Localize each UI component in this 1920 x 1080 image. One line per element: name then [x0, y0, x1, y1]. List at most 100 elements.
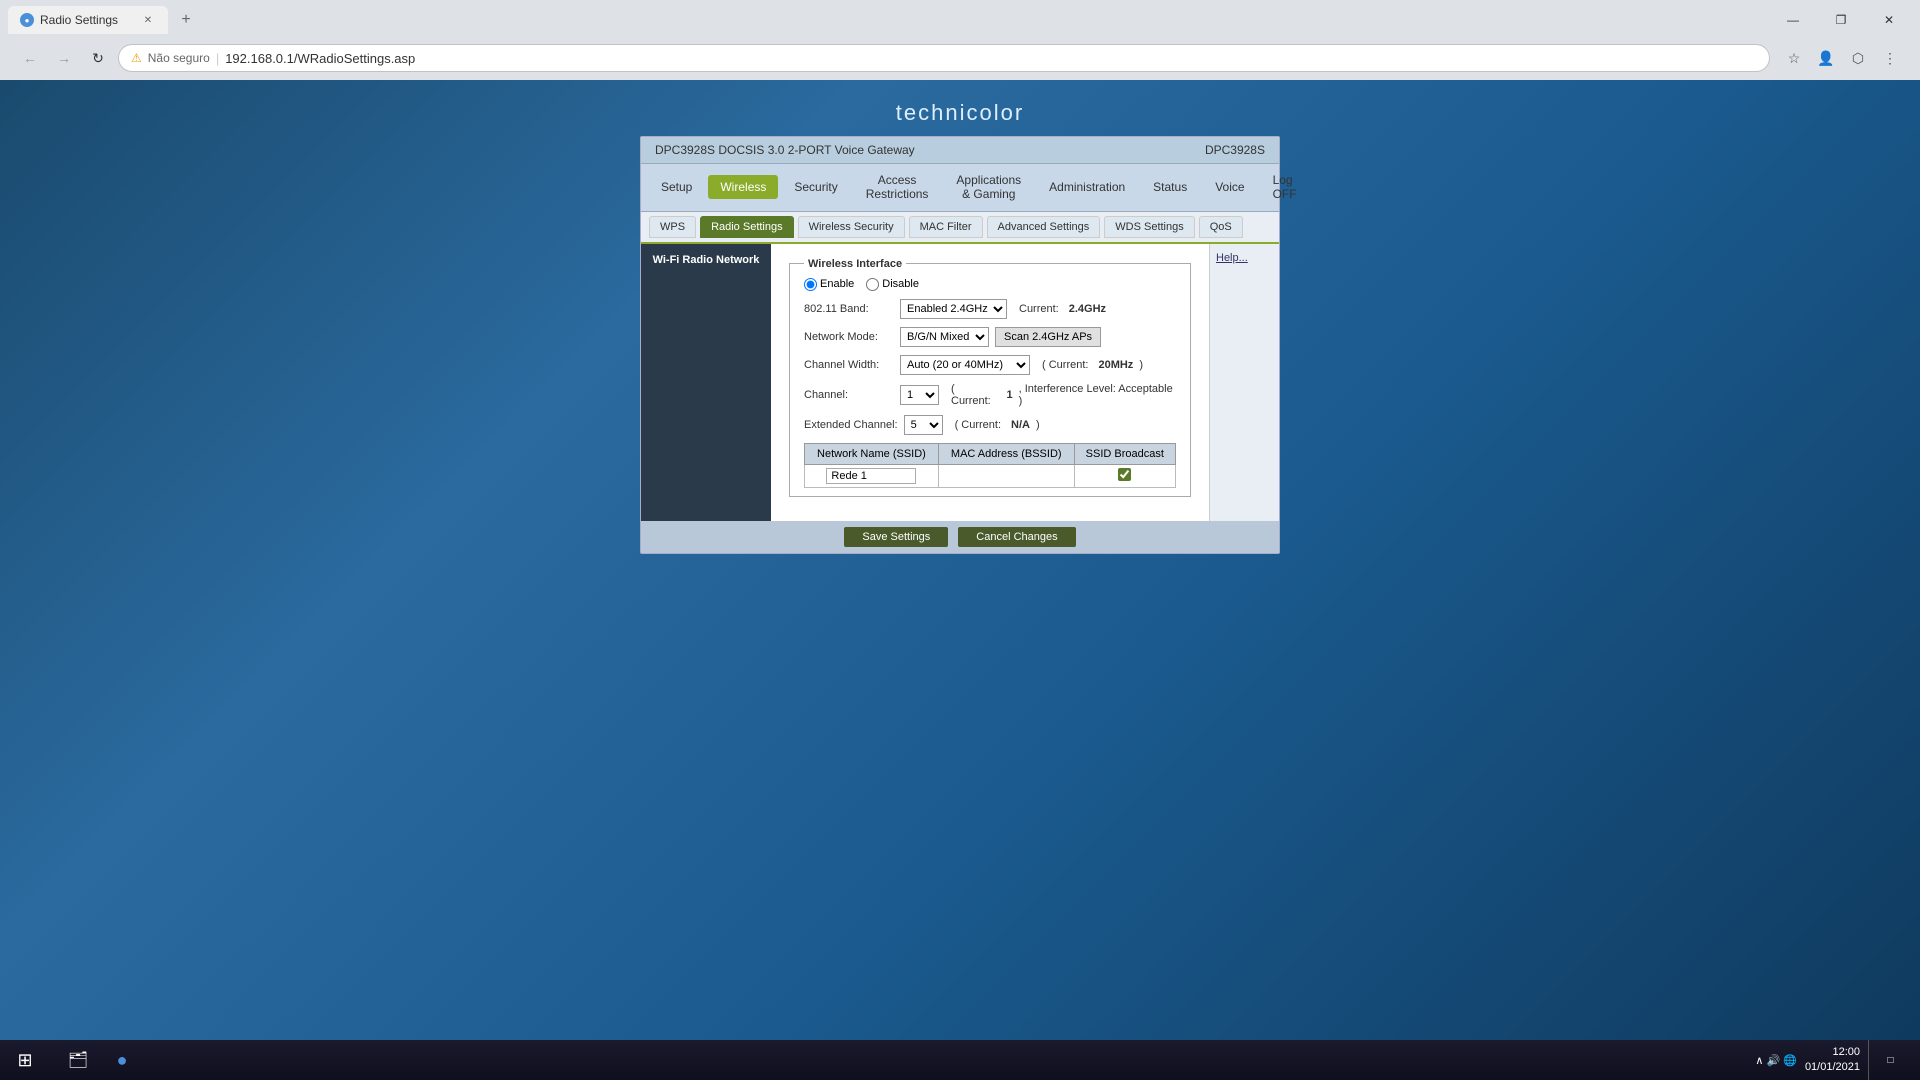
- channel-interference: , Interference Level: Acceptable ): [1019, 383, 1176, 407]
- show-desktop-button[interactable]: □: [1868, 1040, 1908, 1080]
- nav-applications-gaming[interactable]: Applications & Gaming: [944, 168, 1033, 207]
- taskbar: ⊞ 🗂 ● ∧ 🔊 🌐 12:00 01/01/2021 □: [0, 1040, 1920, 1080]
- wireless-interface-fieldset: Wireless Interface Enable Disable: [789, 258, 1191, 497]
- security-warning-icon: ⚠: [131, 51, 142, 65]
- channel-width-current-value: 20MHz: [1098, 359, 1133, 371]
- network-mode-label: Network Mode:: [804, 331, 894, 343]
- scan-button[interactable]: Scan 2.4GHz APs: [995, 327, 1101, 347]
- table-col-bssid: MAC Address (BSSID): [938, 443, 1074, 464]
- extended-channel-select[interactable]: 51234 67891011: [904, 415, 943, 435]
- network-mode-row: Network Mode: B/G/N Mixed B Only G Only …: [804, 327, 1176, 347]
- save-settings-button[interactable]: Save Settings: [844, 527, 948, 547]
- ssid-input[interactable]: [826, 468, 916, 484]
- enable-radio[interactable]: [804, 278, 817, 291]
- toolbar-right: ☆ 👤 ⬡ ⋮: [1780, 44, 1904, 72]
- brand-header: technicolor: [896, 100, 1024, 126]
- restore-button[interactable]: ❐: [1818, 6, 1864, 34]
- browser-window: ● Radio Settings ✕ + — ❐ ✕ ← → ↻ ⚠ Não s…: [0, 0, 1920, 1040]
- enable-disable-group: Enable Disable: [804, 278, 919, 291]
- extended-channel-row: Extended Channel: 51234 67891011 ( Curre…: [804, 415, 1176, 435]
- taskbar-file-explorer[interactable]: 🗂: [58, 1040, 98, 1080]
- sidebar-panel: Wi-Fi Radio Network: [641, 244, 771, 521]
- enable-radio-label[interactable]: Enable: [804, 278, 854, 291]
- main-nav: Setup Wireless Security Access Restricti…: [641, 164, 1279, 212]
- window-controls: — ❐ ✕: [1770, 6, 1912, 34]
- band-current-prefix: Current:: [1019, 303, 1059, 315]
- ssid-broadcast-checkbox[interactable]: [1118, 468, 1131, 481]
- back-button[interactable]: ←: [16, 44, 44, 72]
- table-col-ssid: Network Name (SSID): [805, 443, 939, 464]
- router-panel: DPC3928S DOCSIS 3.0 2-PORT Voice Gateway…: [640, 136, 1280, 554]
- close-button[interactable]: ✕: [1866, 6, 1912, 34]
- device-header: DPC3928S DOCSIS 3.0 2-PORT Voice Gateway…: [641, 137, 1279, 164]
- browser-tab[interactable]: ● Radio Settings ✕: [8, 6, 168, 34]
- tab-close-button[interactable]: ✕: [140, 12, 156, 28]
- forward-button[interactable]: →: [50, 44, 78, 72]
- subnav-wireless-security[interactable]: Wireless Security: [798, 216, 905, 238]
- taskbar-right: ∧ 🔊 🌐 12:00 01/01/2021 □: [1755, 1040, 1920, 1080]
- address-url[interactable]: 192.168.0.1/WRadioSettings.asp: [225, 51, 415, 66]
- minimize-button[interactable]: —: [1770, 6, 1816, 34]
- channel-select[interactable]: 12345 67891011: [900, 385, 939, 405]
- subnav-mac-filter[interactable]: MAC Filter: [909, 216, 983, 238]
- band-current-value: 2.4GHz: [1069, 303, 1106, 315]
- subnav-radio-settings[interactable]: Radio Settings: [700, 216, 794, 238]
- disable-radio-label[interactable]: Disable: [866, 278, 919, 291]
- taskbar-chrome[interactable]: ●: [102, 1040, 142, 1080]
- band-row: 802.11 Band: Enabled 2.4GHz Enabled 5GHz…: [804, 299, 1176, 319]
- channel-current-prefix: ( Current:: [951, 383, 996, 407]
- table-col-broadcast: SSID Broadcast: [1074, 443, 1175, 464]
- device-model-full: DPC3928S DOCSIS 3.0 2-PORT Voice Gateway: [655, 143, 915, 157]
- nav-administration[interactable]: Administration: [1037, 175, 1137, 199]
- channel-width-select[interactable]: Auto (20 or 40MHz) 20MHz Only 40MHz Only: [900, 355, 1030, 375]
- help-label[interactable]: Help...: [1216, 252, 1248, 264]
- broadcast-cell: [1074, 464, 1175, 487]
- extended-current-prefix: ( Current:: [955, 419, 1001, 431]
- network-mode-select[interactable]: B/G/N Mixed B Only G Only N Only: [900, 327, 989, 347]
- sub-nav: WPS Radio Settings Wireless Security MAC…: [641, 212, 1279, 244]
- bookmark-button[interactable]: ☆: [1780, 44, 1808, 72]
- taskbar-system-tray: ∧ 🔊 🌐: [1755, 1054, 1797, 1067]
- enable-disable-row: Enable Disable: [804, 278, 1176, 291]
- content-area: Wi-Fi Radio Network Wireless Interface E…: [641, 244, 1279, 521]
- ssid-cell: [805, 464, 939, 487]
- nav-setup[interactable]: Setup: [649, 175, 704, 199]
- address-bar[interactable]: ⚠ Não seguro | 192.168.0.1/WRadioSetting…: [118, 44, 1770, 72]
- subnav-advanced-settings[interactable]: Advanced Settings: [987, 216, 1101, 238]
- band-select[interactable]: Enabled 2.4GHz Enabled 5GHz Disabled: [900, 299, 1007, 319]
- extended-channel-label: Extended Channel:: [804, 419, 898, 431]
- nav-status[interactable]: Status: [1141, 175, 1199, 199]
- disable-radio[interactable]: [866, 278, 879, 291]
- extended-current-suffix: ): [1036, 419, 1040, 431]
- start-button[interactable]: ⊞: [0, 1040, 50, 1080]
- address-bar-row: ← → ↻ ⚠ Não seguro | 192.168.0.1/WRadioS…: [8, 40, 1912, 80]
- nav-security[interactable]: Security: [782, 175, 849, 199]
- cast-button[interactable]: ⬡: [1844, 44, 1872, 72]
- cancel-changes-button[interactable]: Cancel Changes: [958, 527, 1075, 547]
- taskbar-time: 12:00: [1805, 1045, 1860, 1060]
- nav-access-restrictions[interactable]: Access Restrictions: [854, 168, 941, 207]
- reload-button[interactable]: ↻: [84, 44, 112, 72]
- fieldset-legend: Wireless Interface: [804, 258, 906, 270]
- new-tab-button[interactable]: +: [172, 6, 200, 34]
- network-table: Network Name (SSID) MAC Address (BSSID) …: [804, 443, 1176, 488]
- channel-width-current-prefix: ( Current:: [1042, 359, 1088, 371]
- subnav-wds-settings[interactable]: WDS Settings: [1104, 216, 1194, 238]
- subnav-wps[interactable]: WPS: [649, 216, 696, 238]
- action-bar: Save Settings Cancel Changes: [641, 521, 1279, 553]
- channel-current-value: 1: [1006, 389, 1012, 401]
- taskbar-clock: 12:00 01/01/2021: [1805, 1045, 1860, 1076]
- browser-chrome: ● Radio Settings ✕ + — ❐ ✕ ← → ↻ ⚠ Não s…: [0, 0, 1920, 80]
- taskbar-icons: 🗂 ●: [50, 1040, 142, 1080]
- nav-voice[interactable]: Voice: [1203, 175, 1256, 199]
- security-warning-text: Não seguro: [148, 51, 210, 65]
- menu-button[interactable]: ⋮: [1876, 44, 1904, 72]
- nav-wireless[interactable]: Wireless: [708, 175, 778, 199]
- nav-logoff[interactable]: Log OFF: [1261, 168, 1309, 206]
- subnav-qos[interactable]: QoS: [1199, 216, 1243, 238]
- bssid-cell: [938, 464, 1074, 487]
- table-row: [805, 464, 1176, 487]
- tab-favicon: ●: [20, 13, 34, 27]
- profile-button[interactable]: 👤: [1812, 44, 1840, 72]
- page-content: technicolor DPC3928S DOCSIS 3.0 2-PORT V…: [0, 80, 1920, 1040]
